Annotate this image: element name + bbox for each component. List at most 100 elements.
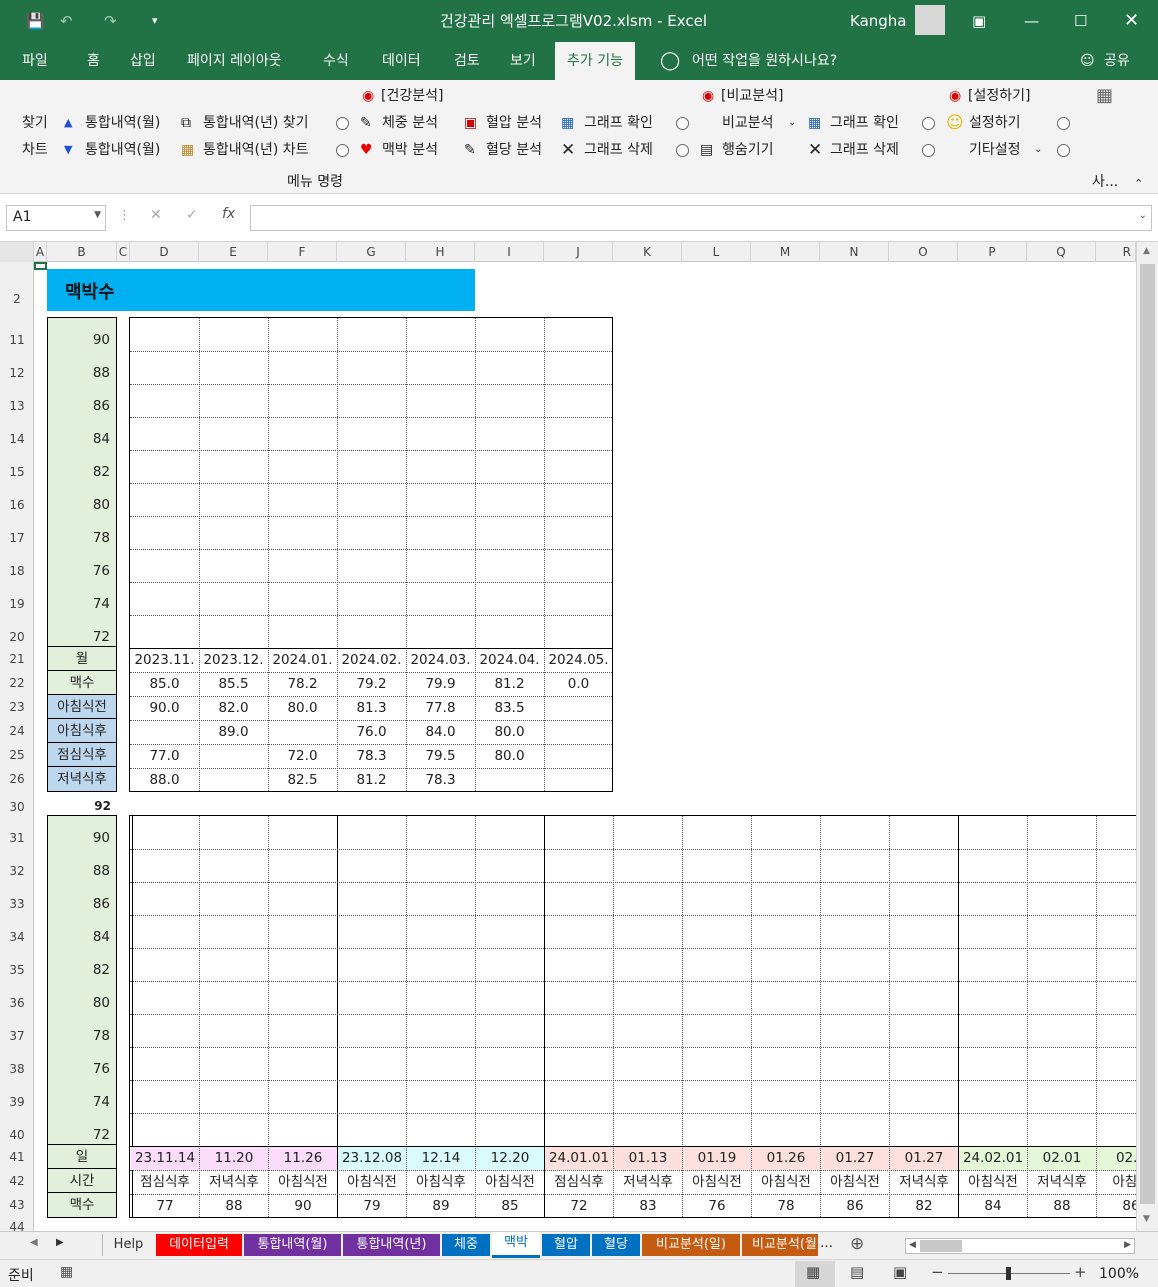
yearly-chart-button[interactable]: 통합내역(년) 차트 bbox=[203, 140, 309, 160]
pulse-value-cell[interactable]: 82 bbox=[890, 1195, 958, 1218]
option-radio[interactable] bbox=[1057, 144, 1070, 157]
next-sheet-icon[interactable]: ▶ bbox=[56, 1237, 64, 1248]
option-radio[interactable] bbox=[922, 144, 935, 157]
column-header[interactable]: H bbox=[406, 242, 475, 262]
pulse-cell[interactable]: 85.0 bbox=[130, 672, 199, 696]
page-break-icon[interactable]: ▣ bbox=[893, 1263, 907, 1281]
page-layout-icon[interactable]: ▤ bbox=[850, 1263, 864, 1281]
dinner-after-cell[interactable] bbox=[475, 768, 544, 792]
option-radio[interactable] bbox=[336, 117, 349, 130]
pulse-value-cell[interactable]: 83 bbox=[614, 1195, 682, 1218]
dinner-after-cell[interactable] bbox=[544, 768, 613, 792]
breakfast-before-cell[interactable]: 80.0 bbox=[268, 696, 337, 720]
graph-delete-button[interactable]: 그래프 삭제 bbox=[584, 140, 653, 160]
scroll-thumb[interactable] bbox=[920, 1240, 962, 1252]
option-radio[interactable] bbox=[676, 144, 689, 157]
pulse-cell[interactable]: 79.2 bbox=[337, 672, 406, 696]
zoom-in-icon[interactable]: + bbox=[1074, 1263, 1087, 1281]
breakfast-before-cell[interactable]: 90.0 bbox=[130, 696, 199, 720]
macro-record-icon[interactable]: ▦ bbox=[60, 1264, 73, 1280]
day-cell[interactable]: 01.27 bbox=[890, 1147, 958, 1170]
row-header[interactable]: 22 bbox=[0, 676, 34, 690]
time-cell[interactable]: 저녁식후 bbox=[200, 1171, 268, 1194]
row-header[interactable]: 2 bbox=[0, 292, 34, 306]
lunch-after-cell[interactable]: 80.0 bbox=[475, 744, 544, 768]
column-header[interactable]: Q bbox=[1027, 242, 1096, 262]
pulse-value-cell[interactable]: 78 bbox=[752, 1195, 820, 1218]
row-header[interactable]: 36 bbox=[0, 996, 34, 1010]
column-header[interactable]: I bbox=[475, 242, 544, 262]
time-cell[interactable]: 아침식전 bbox=[752, 1171, 820, 1194]
settings-button[interactable]: 설정하기 bbox=[969, 113, 1021, 133]
day-cell[interactable]: 23.11.14 bbox=[131, 1147, 199, 1170]
pulse-cell[interactable]: 0.0 bbox=[544, 672, 613, 696]
time-cell[interactable]: 점심식후 bbox=[545, 1171, 613, 1194]
share-button[interactable]: 공유 bbox=[1104, 42, 1130, 80]
graph-check-button[interactable]: 그래프 확인 bbox=[584, 113, 653, 133]
day-cell[interactable]: 12.14 bbox=[407, 1147, 475, 1170]
day-cell[interactable]: 24.02.01 bbox=[959, 1147, 1027, 1170]
minimize-icon[interactable]: — bbox=[1024, 0, 1039, 42]
maximize-icon[interactable]: ☐ bbox=[1074, 0, 1087, 42]
breakfast-before-cell[interactable]: 83.5 bbox=[475, 696, 544, 720]
pulse-value-cell[interactable]: 86 bbox=[1097, 1195, 1136, 1218]
row-header[interactable]: 25 bbox=[0, 748, 34, 762]
row-header[interactable]: 26 bbox=[0, 772, 34, 786]
dinner-after-cell[interactable]: 88.0 bbox=[130, 768, 199, 792]
day-cell[interactable]: 11.26 bbox=[269, 1147, 337, 1170]
column-header[interactable]: P bbox=[958, 242, 1027, 262]
row-header[interactable]: 14 bbox=[0, 432, 34, 446]
insert-function-icon[interactable]: fx bbox=[222, 206, 235, 222]
breakfast-after-cell[interactable]: 76.0 bbox=[337, 720, 406, 744]
tab-page-layout[interactable]: 페이지 레이아웃 bbox=[187, 42, 282, 80]
day-cell[interactable]: 01.19 bbox=[683, 1147, 751, 1170]
tab-view[interactable]: 보기 bbox=[510, 42, 536, 80]
row-header[interactable]: 31 bbox=[0, 831, 34, 845]
tab-review[interactable]: 검토 bbox=[454, 42, 480, 80]
dinner-after-cell[interactable]: 78.3 bbox=[406, 768, 475, 792]
row-header[interactable]: 37 bbox=[0, 1029, 34, 1043]
scroll-right-icon[interactable]: ▶ bbox=[1124, 1240, 1131, 1250]
tab-add-ins[interactable]: 추가 기능 bbox=[555, 42, 635, 80]
day-cell[interactable]: 12.20 bbox=[476, 1147, 544, 1170]
zoom-slider-handle[interactable] bbox=[1006, 1267, 1011, 1280]
row-header[interactable]: 43 bbox=[0, 1198, 34, 1212]
column-header[interactable]: E bbox=[199, 242, 268, 262]
zoom-level[interactable]: 100% bbox=[1099, 1266, 1139, 1282]
breakfast-after-cell[interactable]: 80.0 bbox=[475, 720, 544, 744]
time-cell[interactable]: 아침식전 bbox=[959, 1171, 1027, 1194]
sheet-tab-blood-sugar[interactable]: 혈당 bbox=[592, 1234, 640, 1256]
lunch-after-cell[interactable]: 77.0 bbox=[130, 744, 199, 768]
worksheet[interactable]: 맥박수 90 88 86 84 82 80 78 76 74 72 2023.1… bbox=[34, 262, 1136, 1231]
lunch-after-cell[interactable]: 79.5 bbox=[406, 744, 475, 768]
time-cell[interactable]: 아침식 bbox=[1097, 1171, 1136, 1194]
pulse-value-cell[interactable]: 77 bbox=[131, 1195, 199, 1218]
breakfast-after-cell[interactable] bbox=[544, 720, 613, 744]
row-header[interactable]: 17 bbox=[0, 531, 34, 545]
row-header[interactable]: 42 bbox=[0, 1174, 34, 1188]
pulse-value-cell[interactable]: 86 bbox=[821, 1195, 889, 1218]
time-cell[interactable]: 점심식후 bbox=[131, 1171, 199, 1194]
breakfast-after-cell[interactable]: 84.0 bbox=[406, 720, 475, 744]
breakfast-after-cell[interactable] bbox=[268, 720, 337, 744]
sheet-tab-blood-pressure[interactable]: 혈압 bbox=[542, 1234, 590, 1256]
day-cell[interactable]: 01.26 bbox=[752, 1147, 820, 1170]
time-cell[interactable]: 아침식전 bbox=[269, 1171, 337, 1194]
confirm-icon[interactable]: ✓ bbox=[186, 207, 198, 223]
day-cell[interactable]: 02.0 bbox=[1097, 1147, 1136, 1170]
ribbon-display-icon[interactable]: ▣ bbox=[972, 0, 986, 42]
bp-analysis-button[interactable]: 혈압 분석 bbox=[486, 113, 542, 133]
close-icon[interactable]: ✕ bbox=[1124, 0, 1139, 42]
column-header[interactable]: M bbox=[751, 242, 820, 262]
month-cell[interactable]: 2024.02. bbox=[337, 648, 406, 672]
column-header[interactable]: F bbox=[268, 242, 337, 262]
tab-data[interactable]: 데이터 bbox=[382, 42, 421, 80]
time-cell[interactable]: 아침식후 bbox=[407, 1171, 475, 1194]
weight-analysis-button[interactable]: 체중 분석 bbox=[382, 113, 438, 133]
sheet-tab-help[interactable]: Help bbox=[102, 1234, 154, 1256]
column-header[interactable]: R bbox=[1096, 242, 1136, 262]
day-cell[interactable]: 23.12.08 bbox=[338, 1147, 406, 1170]
breakfast-before-cell[interactable]: 81.3 bbox=[337, 696, 406, 720]
day-cell[interactable]: 24.01.01 bbox=[545, 1147, 613, 1170]
row-header[interactable]: 32 bbox=[0, 864, 34, 878]
